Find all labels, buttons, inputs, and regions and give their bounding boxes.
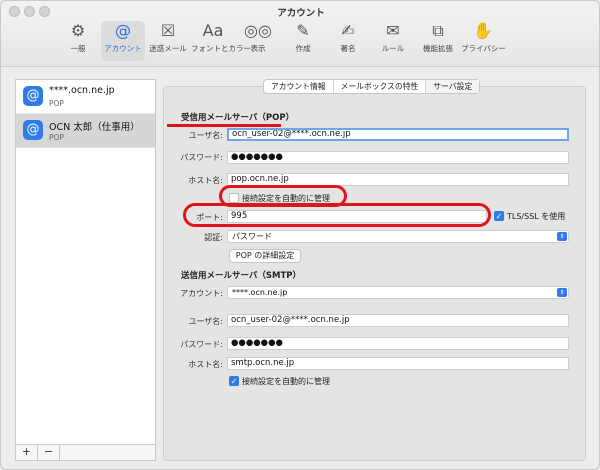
at-icon: @	[23, 120, 43, 140]
gear-icon: ⚙	[70, 21, 86, 40]
outgoing-username-field[interactable]: ocn_user-02@****.ocn.ne.jp	[227, 314, 569, 327]
font-icon: Aa	[202, 21, 224, 40]
toolbar-extensions-label: 機能拡張	[423, 44, 453, 53]
auth-label: 認証:	[204, 233, 223, 242]
account-item-selected[interactable]: @ OCN 太郎（仕事用） POP	[16, 114, 155, 148]
chevron-updown-icon: ⇕	[557, 232, 567, 241]
title-bar: アカウント ⚙ 一般 @ アカウント ☒ 迷惑メール Aa フォントとカラー ◎◎ 表示 ✎ 作成 ✍ 署…	[1, 1, 599, 67]
toolbar-extensions[interactable]: ⧉ 機能拡張	[416, 21, 460, 61]
toolbar-composing-label: 作成	[295, 44, 311, 53]
settings-tabs: アカウント情報 メールボックスの特性 サーバ設定	[263, 79, 481, 94]
outgoing-username-label: ユーザ名:	[188, 317, 223, 326]
outgoing-password-label: パスワード:	[180, 340, 223, 349]
outgoing-auto-manage-label: 接続設定を自動的に管理	[242, 377, 330, 386]
toolbar-signatures-label: 署名	[340, 44, 356, 53]
account-name: OCN 太郎（仕事用）	[49, 122, 140, 133]
port-highlight	[183, 203, 491, 227]
outgoing-auto-manage-checkbox[interactable]: ✓	[229, 376, 239, 386]
toolbar-fonts-label: フォントとカラー	[191, 44, 251, 53]
tab-mailbox-behaviors[interactable]: メールボックスの特性	[334, 80, 427, 93]
glasses-icon: ◎◎	[244, 21, 272, 40]
account-type: POP	[49, 133, 64, 142]
window-title: アカウント	[277, 8, 325, 19]
incoming-username-label: ユーザ名:	[188, 131, 223, 140]
auth-select-value: パスワード	[232, 232, 272, 241]
account-item[interactable]: @ ****.ocn.ne.jp POP	[16, 80, 155, 114]
toolbar-rules-label: ルール	[381, 44, 405, 53]
heading-underline-highlight	[167, 124, 281, 127]
outgoing-host-label: ホスト名:	[188, 360, 223, 369]
hand-icon: ✋	[473, 21, 493, 40]
outgoing-server-heading: 送信用メールサーバ（SMTP）	[181, 271, 302, 281]
add-account-button[interactable]: +	[16, 445, 38, 460]
auth-select[interactable]: パスワード ⇕	[227, 230, 569, 243]
compose-icon: ✎	[296, 21, 310, 40]
outgoing-account-label: アカウント:	[180, 289, 223, 298]
pop-advanced-button[interactable]: POP の詳細設定	[229, 249, 301, 263]
account-list-footer: + −	[16, 444, 155, 460]
toolbar-privacy[interactable]: ✋ プライバシー	[461, 21, 506, 61]
toolbar-rules[interactable]: ✉ ルール	[371, 21, 415, 61]
outgoing-host-field[interactable]: smtp.ocn.ne.jp	[227, 357, 569, 370]
toolbar-accounts[interactable]: @ アカウント	[101, 21, 145, 61]
remove-account-button[interactable]: −	[38, 445, 60, 460]
toolbar-viewing[interactable]: ◎◎ 表示	[236, 21, 280, 61]
account-type: POP	[49, 99, 64, 108]
tls-label: TLS/SSL を使用	[507, 212, 566, 221]
account-list: @ ****.ocn.ne.jp POP @ OCN 太郎（仕事用） POP +…	[15, 79, 156, 461]
incoming-host-label: ホスト名:	[188, 176, 223, 185]
at-icon: @	[115, 21, 131, 40]
toolbar-privacy-label: プライバシー	[461, 44, 506, 53]
incoming-username-field[interactable]: ocn_user-02@****.ocn.ne.jp	[227, 128, 569, 141]
tab-server-settings[interactable]: サーバ設定	[426, 80, 480, 93]
toolbar-junk[interactable]: ☒ 迷惑メール	[146, 21, 190, 61]
account-preferences-window: アカウント ⚙ 一般 @ アカウント ☒ 迷惑メール Aa フォントとカラー ◎◎ 表示 ✎ 作成 ✍ 署…	[0, 0, 600, 470]
toolbar-accounts-label: アカウント	[104, 44, 142, 53]
incoming-server-heading: 受信用メールサーバ（POP）	[181, 113, 295, 123]
toolbar-general[interactable]: ⚙ 一般	[56, 21, 100, 61]
toolbar-signatures[interactable]: ✍ 署名	[326, 21, 370, 61]
at-icon: @	[23, 86, 43, 106]
chevron-updown-icon: ⇕	[557, 288, 567, 297]
smtp-account-value: ****.ocn.ne.jp	[232, 288, 288, 297]
account-name: ****.ocn.ne.jp	[49, 85, 115, 96]
incoming-password-label: パスワード:	[180, 153, 223, 162]
tls-checkbox[interactable]: ✓	[494, 211, 504, 221]
smtp-account-select[interactable]: ****.ocn.ne.jp ⇕	[227, 286, 569, 299]
puzzle-icon: ⧉	[432, 21, 444, 40]
rules-icon: ✉	[386, 21, 400, 40]
toolbar-junk-label: 迷惑メール	[149, 44, 187, 53]
preferences-toolbar: ⚙ 一般 @ アカウント ☒ 迷惑メール Aa フォントとカラー ◎◎ 表示 ✎ 作成 ✍ 署名 ✉ ルール ⧉…	[56, 21, 506, 65]
tab-account-info[interactable]: アカウント情報	[264, 80, 334, 93]
toolbar-fonts[interactable]: Aa フォントとカラー	[191, 21, 251, 61]
junk-mail-icon: ☒	[160, 21, 176, 40]
outgoing-password-field[interactable]: ●●●●●●●	[227, 337, 569, 350]
incoming-password-field[interactable]: ●●●●●●●	[227, 151, 569, 164]
signature-icon: ✍	[341, 21, 355, 40]
toolbar-general-label: 一般	[70, 44, 86, 53]
toolbar-composing[interactable]: ✎ 作成	[281, 21, 325, 61]
toolbar-viewing-label: 表示	[250, 44, 266, 53]
